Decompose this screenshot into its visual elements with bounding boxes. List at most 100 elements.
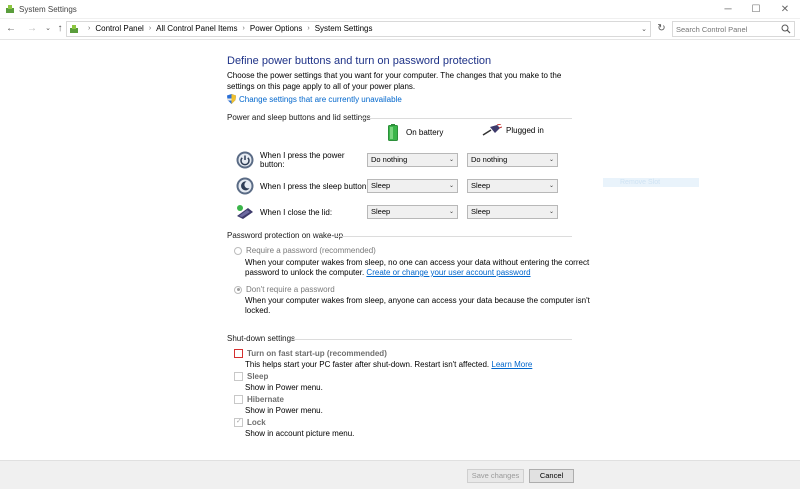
chevron-down-icon: ⌄ bbox=[448, 209, 454, 215]
lid-close-plugged-select[interactable]: Sleep ⌄ bbox=[467, 205, 558, 219]
page-intro: Choose the power settings that you want … bbox=[227, 71, 562, 91]
up-arrow-icon: ↑ bbox=[57, 23, 63, 34]
navigation-bar: ← → ⌄ ↑ › Control Panel › All Control Pa… bbox=[0, 19, 800, 40]
sleep-button-battery-select[interactable]: Sleep ⌄ bbox=[367, 179, 458, 193]
chevron-down-icon: ⌄ bbox=[448, 157, 454, 163]
no-password-option[interactable]: Don't require a password bbox=[234, 285, 335, 294]
refresh-icon: ↻ bbox=[657, 23, 666, 34]
search-icon bbox=[781, 24, 791, 34]
require-password-description: When your computer wakes from sleep, no … bbox=[245, 258, 589, 278]
change-password-link[interactable]: Create or change your user account passw… bbox=[366, 268, 530, 277]
save-changes-button[interactable]: Save changes bbox=[467, 469, 524, 483]
fast-startup-description: This helps start your PC faster after sh… bbox=[245, 360, 532, 370]
change-unavailable-settings-link[interactable]: Change settings that are currently unava… bbox=[227, 94, 402, 104]
close-icon: ✕ bbox=[780, 4, 790, 15]
lock-option[interactable]: Lock bbox=[234, 417, 266, 427]
fast-startup-label: Turn on fast start-up (recommended) bbox=[247, 349, 387, 358]
plugged-in-column-header: Plugged in bbox=[482, 124, 544, 136]
learn-more-link[interactable]: Learn More bbox=[491, 360, 532, 369]
lock-checkbox[interactable] bbox=[234, 417, 243, 427]
plugged-in-label: Plugged in bbox=[506, 125, 544, 135]
cancel-button[interactable]: Cancel bbox=[529, 469, 574, 483]
search-box[interactable] bbox=[672, 21, 795, 37]
hibernate-option-description: Show in Power menu. bbox=[245, 406, 323, 415]
sleep-option-label: Sleep bbox=[247, 372, 269, 381]
sleep-checkbox[interactable] bbox=[234, 372, 243, 381]
forward-arrow-icon: → bbox=[27, 23, 37, 34]
power-options-app-icon bbox=[6, 5, 14, 13]
sleep-button-plugged-select[interactable]: Sleep ⌄ bbox=[467, 179, 558, 193]
hibernate-option-label: Hibernate bbox=[247, 395, 284, 404]
maximize-button[interactable]: ☐ bbox=[741, 0, 771, 19]
sleep-button-battery-value: Sleep bbox=[371, 181, 391, 190]
lid-close-row: When I close the lid: bbox=[236, 202, 370, 222]
breadcrumb-system-settings[interactable]: System Settings bbox=[315, 24, 373, 33]
sleep-button-row: When I press the sleep button: bbox=[236, 176, 370, 196]
lock-option-label: Lock bbox=[247, 418, 266, 427]
no-password-desc-line1: When your computer wakes from sleep, any… bbox=[245, 296, 590, 305]
minimize-button[interactable]: ─ bbox=[713, 0, 743, 19]
power-button-plugged-select[interactable]: Do nothing ⌄ bbox=[467, 153, 558, 167]
breadcrumb-separator-icon[interactable]: › bbox=[307, 25, 309, 32]
no-password-radio[interactable] bbox=[234, 285, 242, 294]
on-battery-column-header: On battery bbox=[388, 124, 443, 141]
password-section-title: Password protection on wake-up bbox=[227, 231, 344, 240]
lock-option-description: Show in account picture menu. bbox=[245, 429, 355, 438]
chevron-down-icon: ⌄ bbox=[45, 25, 51, 32]
main-content: Define power buttons and turn on passwor… bbox=[0, 40, 800, 460]
back-button[interactable]: ← bbox=[5, 23, 17, 35]
footer-bar: Save changes Cancel bbox=[0, 460, 800, 489]
power-section-title: Power and sleep buttons and lid settings bbox=[227, 113, 371, 122]
require-password-label: Require a password (recommended) bbox=[246, 246, 376, 255]
sleep-option[interactable]: Sleep bbox=[234, 372, 268, 381]
chevron-down-icon: ⌄ bbox=[548, 209, 554, 215]
require-password-radio[interactable] bbox=[234, 246, 242, 255]
breadcrumb-all-items[interactable]: All Control Panel Items bbox=[156, 24, 237, 33]
address-dropdown-icon[interactable]: ⌄ bbox=[641, 25, 647, 33]
breadcrumb-separator-icon: › bbox=[88, 25, 91, 32]
search-input[interactable] bbox=[676, 24, 776, 35]
no-password-description: When your computer wakes from sleep, any… bbox=[245, 296, 590, 316]
power-button-battery-select[interactable]: Do nothing ⌄ bbox=[367, 153, 458, 167]
fast-startup-option[interactable]: Turn on fast start-up (recommended) bbox=[234, 349, 387, 358]
maximize-icon: ☐ bbox=[751, 4, 761, 15]
uac-shield-icon bbox=[227, 94, 236, 104]
breadcrumb-separator-icon[interactable]: › bbox=[149, 25, 151, 32]
lid-close-battery-select[interactable]: Sleep ⌄ bbox=[367, 205, 458, 219]
refresh-button[interactable]: ↻ bbox=[655, 22, 668, 35]
require-password-desc-text: password to unlock the computer. bbox=[245, 268, 365, 277]
sleep-button-label: When I press the sleep button: bbox=[260, 181, 369, 191]
address-bar[interactable]: › Control Panel › All Control Panel Item… bbox=[66, 21, 651, 37]
chevron-down-icon: ⌄ bbox=[548, 157, 554, 163]
hibernate-option[interactable]: Hibernate bbox=[234, 395, 284, 404]
fast-startup-desc-text: This helps start your PC faster after sh… bbox=[245, 360, 490, 369]
fast-startup-checkbox[interactable] bbox=[234, 349, 243, 358]
sleep-button-icon bbox=[236, 177, 254, 195]
change-unavailable-settings-label[interactable]: Change settings that are currently unava… bbox=[239, 95, 402, 104]
laptop-lid-icon bbox=[237, 205, 253, 219]
window-title: System Settings bbox=[19, 5, 77, 14]
power-button-battery-value: Do nothing bbox=[371, 155, 408, 164]
breadcrumb-power-options[interactable]: Power Options bbox=[250, 24, 302, 33]
close-button[interactable]: ✕ bbox=[770, 0, 800, 19]
power-button-icon bbox=[236, 151, 254, 169]
password-section-divider bbox=[336, 236, 572, 237]
on-battery-label: On battery bbox=[406, 128, 444, 137]
power-plug-icon bbox=[482, 124, 502, 136]
control-panel-icon bbox=[70, 25, 78, 33]
forward-button[interactable]: → bbox=[26, 23, 38, 35]
require-password-desc-line2: password to unlock the computer. Create … bbox=[245, 268, 589, 278]
hibernate-checkbox[interactable] bbox=[234, 395, 243, 404]
breadcrumb-control-panel[interactable]: Control Panel bbox=[95, 24, 143, 33]
lid-close-plugged-value: Sleep bbox=[471, 207, 491, 216]
up-button[interactable]: ↑ bbox=[54, 23, 66, 35]
recent-locations-button[interactable]: ⌄ bbox=[42, 23, 54, 35]
sleep-option-description: Show in Power menu. bbox=[245, 383, 323, 392]
lid-close-battery-value: Sleep bbox=[371, 207, 391, 216]
breadcrumb-separator-icon[interactable]: › bbox=[243, 25, 245, 32]
require-password-option[interactable]: Require a password (recommended) bbox=[234, 246, 376, 255]
lid-close-label: When I close the lid: bbox=[260, 207, 333, 217]
battery-icon bbox=[388, 124, 398, 141]
no-password-desc-line2: locked. bbox=[245, 306, 271, 315]
shutdown-section-title: Shut-down settings bbox=[227, 334, 296, 343]
